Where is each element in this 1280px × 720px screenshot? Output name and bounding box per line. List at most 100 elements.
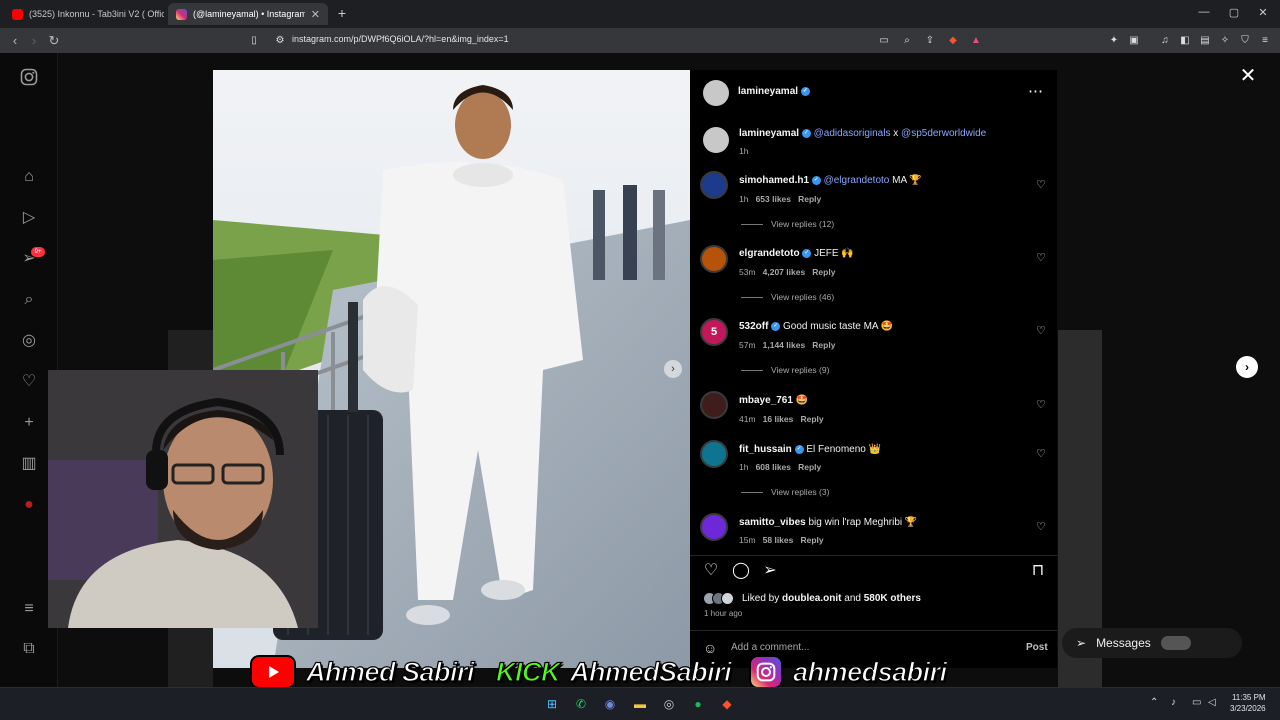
youtube-handle: Ahmed Sabiri [305,656,475,687]
comment-text: mbaye_761 🤩 [739,395,809,406]
reload-icon[interactable]: ↻ [46,33,62,49]
comment-like-icon[interactable]: ♡ [1036,398,1046,411]
view-replies-button[interactable]: View replies (46) [741,292,834,302]
maximize-button[interactable]: ▢ [1222,6,1246,19]
vpn-icon[interactable]: ⛉ [1238,34,1252,48]
comment-text: simohamed.h1 ✓ @elgrandetoto MA 🏆 [739,175,922,186]
verified-badge-icon: ✓ [800,86,810,96]
brave-shield-icon[interactable]: ◆ [946,34,960,48]
liked-by-text: Liked by doublea.onit and 580K others [742,593,921,604]
comment-icon[interactable]: ◯ [731,561,751,581]
share-icon[interactable]: ⇪ [923,34,937,48]
network-icon[interactable]: ▭ [1192,697,1201,708]
comment-avatar[interactable]: 5 [700,318,728,346]
microphone-icon[interactable]: ♪ [1171,697,1176,708]
instagram-logo-icon[interactable] [18,68,40,90]
verified-badge-icon: ✓ [801,128,811,138]
save-bookmark-icon[interactable]: ⊓ [1028,561,1048,581]
divider [690,630,1057,631]
divider [690,555,1057,556]
comment-like-icon[interactable]: ♡ [1036,520,1046,533]
menu-icon[interactable]: ≡ [1258,34,1272,48]
obs-icon[interactable]: ◎ [659,694,679,714]
instagram-favicon-icon [176,8,187,20]
photo-next-icon[interactable]: › [664,360,682,378]
comment-meta: 53m 4,207 likes Reply [739,267,836,277]
author-username[interactable]: lamineyamal ✓ [738,86,810,97]
comment-meta: 57m 1,144 likes Reply [739,340,836,350]
view-replies-button[interactable]: View replies (12) [741,219,834,229]
more-menu-icon[interactable]: ≡ [18,598,40,620]
bookmark-icon[interactable]: ▯ [247,34,261,48]
url-field[interactable]: instagram.com/p/DWPf6Q6iOLA/?hl=en&img_i… [292,34,509,44]
home-icon[interactable]: ⌂ [18,166,40,188]
comment-like-icon[interactable]: ♡ [1036,251,1046,264]
post-comment-button[interactable]: Post [1026,642,1048,653]
new-tab-button[interactable]: + [334,5,350,21]
comment-text: samitto_vibes big win l'rap Meghribi 🏆 [739,517,918,528]
caption-mention[interactable]: @sp5derworldwide [901,128,986,139]
sidebar-icon[interactable]: ◧ [1178,34,1192,48]
media-icon[interactable]: ♫ [1158,34,1172,48]
author-avatar[interactable] [703,80,729,106]
youtube-logo-icon [250,655,296,689]
brave-browser-icon[interactable]: ◆ [717,694,737,714]
zoom-icon[interactable]: ⌕ [900,34,914,48]
next-post-icon[interactable]: › [1236,356,1258,378]
youtube-favicon-icon [12,8,23,20]
profile-avatar-icon[interactable]: ● [18,494,40,516]
minimize-button[interactable]: — [1192,6,1216,18]
site-info-icon[interactable]: ⚙ [273,34,287,48]
view-replies-button[interactable]: View replies (9) [741,365,829,375]
explore-icon[interactable]: ◎ [18,330,40,352]
close-window-button[interactable]: ✕ [1251,6,1275,19]
forward-icon[interactable]: › [26,33,42,48]
back-icon[interactable]: ‹ [7,33,23,48]
heart-icon[interactable]: ♡ [701,561,721,581]
comment-like-icon[interactable]: ♡ [1036,324,1046,337]
leo-ai-icon[interactable]: ✧ [1218,34,1232,48]
notifications-heart-icon[interactable]: ♡ [18,371,40,393]
create-icon[interactable]: + [18,412,40,434]
extensions-icon[interactable]: ✦ [1107,34,1121,48]
comment-like-icon[interactable]: ♡ [1036,447,1046,460]
close-icon[interactable]: ✕ [1238,63,1258,88]
caption-avatar[interactable] [703,127,729,153]
discord-icon[interactable]: ◉ [600,694,620,714]
messages-avatars [1160,636,1191,650]
reels-icon[interactable]: ▷ [18,207,40,229]
brave-rewards-icon[interactable]: ▲ [969,34,983,48]
view-replies-button[interactable]: View replies (3) [741,487,829,497]
windows-start-icon[interactable]: ⊞ [542,694,562,714]
whatsapp-icon[interactable]: ✆ [571,694,591,714]
kick-handle: AhmedSabiri [569,656,732,687]
caption-mention[interactable]: @adidasoriginals [814,128,891,139]
share-icon[interactable]: ➢ [760,561,780,581]
tab-search-icon[interactable]: ▣ [1127,34,1141,48]
threads-icon[interactable]: ⧉ [18,638,40,660]
comment-avatar[interactable] [700,440,728,468]
clock[interactable]: 11:35 PM 3/23/2026 [1230,692,1266,714]
comment-like-icon[interactable]: ♡ [1036,178,1046,191]
tab-youtube[interactable]: (3525) Inkonnu - Tab3ini V2 ( Officiel [4,3,164,25]
comment-avatar[interactable] [700,391,728,419]
search-icon[interactable]: ⌕ [18,289,40,311]
close-tab-icon[interactable]: ✕ [311,8,320,21]
comment-avatar[interactable] [700,513,728,541]
file-explorer-icon[interactable]: ▬ [630,694,650,714]
tray-overflow-icon[interactable]: ⌃ [1150,697,1158,708]
comment-meta: 41m 16 likes Reply [739,414,824,424]
comment-avatar[interactable] [700,245,728,273]
volume-icon[interactable]: ◁ [1208,697,1216,708]
more-options-icon[interactable]: ⋯ [1028,82,1043,100]
posted-time: 1 hour ago [704,609,743,618]
messages-button[interactable]: ➢ Messages [1062,628,1242,658]
cast-icon[interactable]: ▭ [877,34,891,48]
comment-avatar[interactable] [700,171,728,199]
tab-instagram[interactable]: (@lamineyamal) • Instagram ph ✕ [168,3,328,25]
spotify-icon[interactable]: ● [688,694,708,714]
verified-badge-icon: ✓ [802,248,812,258]
messages-label: Messages [1096,636,1151,650]
wallet-icon[interactable]: ▤ [1198,34,1212,48]
dashboard-icon[interactable]: ▥ [18,453,40,475]
